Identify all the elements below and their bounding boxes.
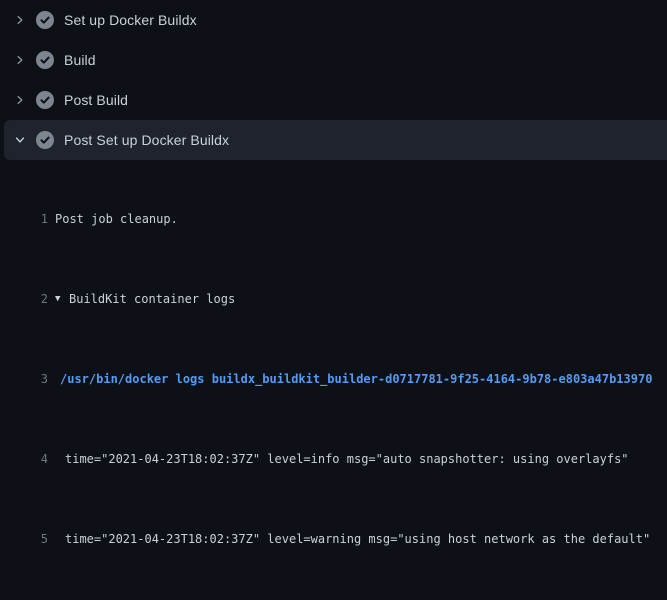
log-line: 5 time="2021-04-23T18:02:37Z" level=warn… (0, 529, 667, 549)
steps-list: Set up Docker Buildx Build (0, 0, 667, 160)
collapse-group-icon[interactable]: ▼ (55, 289, 69, 309)
chevron-right-icon[interactable] (12, 52, 28, 68)
chevron-right-icon[interactable] (12, 12, 28, 28)
chevron-down-icon[interactable] (12, 132, 28, 148)
step-label: Post Set up Docker Buildx (64, 132, 229, 148)
log-viewer: 1 Post job cleanup. 2 ▼ BuildKit contain… (0, 160, 667, 600)
step-row-post-build[interactable]: Post Build (4, 80, 667, 120)
chevron-right-icon[interactable] (12, 92, 28, 108)
log-line-text: Post job cleanup. (55, 209, 178, 229)
log-line-text: time="2021-04-23T18:02:37Z" level=warnin… (65, 529, 650, 549)
step-label: Post Build (64, 92, 128, 108)
step-row-set-up-docker-buildx[interactable]: Set up Docker Buildx (4, 0, 667, 40)
log-line: 3 /usr/bin/docker logs buildx_buildkit_b… (0, 369, 667, 389)
log-line-number[interactable]: 4 (0, 449, 48, 469)
check-circle-icon (36, 11, 54, 29)
step-row-post-set-up-docker-buildx[interactable]: Post Set up Docker Buildx (4, 120, 667, 160)
log-line-number[interactable]: 2 (0, 289, 48, 309)
log-line-text: BuildKit container logs (69, 289, 235, 309)
log-line-text: time="2021-04-23T18:02:37Z" level=info m… (65, 449, 629, 469)
log-line-number[interactable]: 1 (0, 209, 48, 229)
log-line: 1 Post job cleanup. (0, 209, 667, 229)
check-circle-icon (36, 131, 54, 149)
log-line-number[interactable]: 5 (0, 529, 48, 549)
log-line: 4 time="2021-04-23T18:02:37Z" level=info… (0, 449, 667, 469)
check-circle-icon (36, 91, 54, 109)
check-circle-icon (36, 51, 54, 69)
log-line-text: /usr/bin/docker logs buildx_buildkit_bui… (60, 369, 652, 389)
log-line-number[interactable]: 3 (0, 369, 48, 389)
step-row-build[interactable]: Build (4, 40, 667, 80)
step-label: Set up Docker Buildx (64, 12, 197, 28)
step-label: Build (64, 52, 96, 68)
log-line: 2 ▼ BuildKit container logs (0, 289, 667, 309)
